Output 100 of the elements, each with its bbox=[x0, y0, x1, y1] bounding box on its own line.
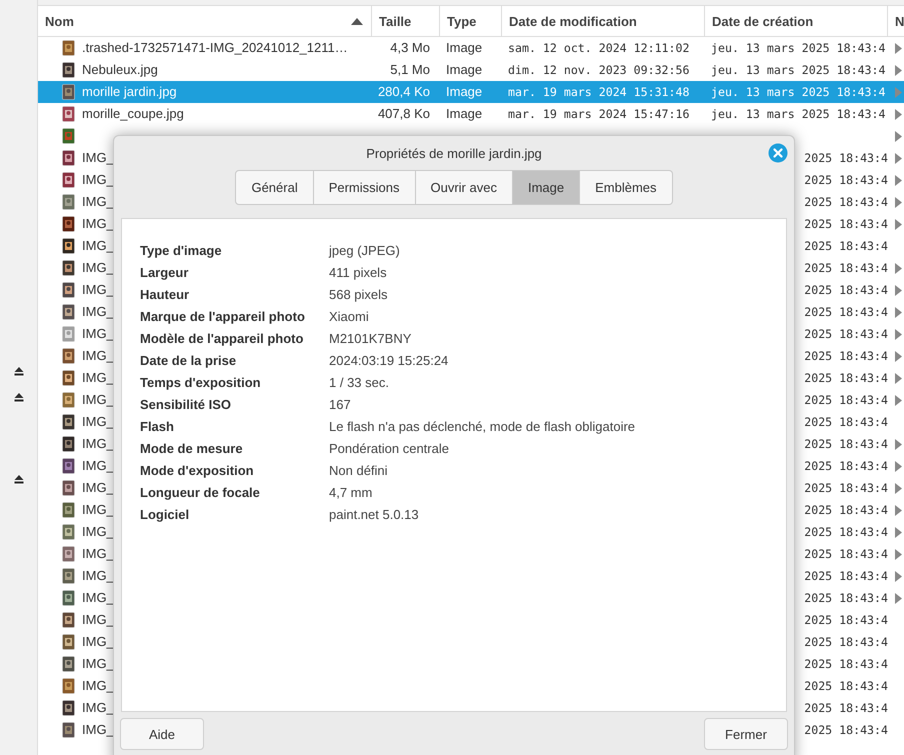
created-date: 2025 18:43:4 bbox=[804, 195, 888, 209]
property-value: 411 pixels bbox=[329, 264, 388, 280]
created-date: 2025 18:43:4 bbox=[804, 371, 888, 385]
property-label: Temps d'exposition bbox=[140, 374, 262, 390]
property-label: Date de la prise bbox=[140, 352, 238, 368]
file-name: IMG_ bbox=[82, 567, 114, 585]
created-date: 2025 18:43:4 bbox=[804, 437, 888, 451]
property-value: Non défini bbox=[329, 462, 389, 478]
modified-date: sam. 12 oct. 2024 12:11:02 bbox=[508, 41, 690, 55]
created-date: 2025 18:43:4 bbox=[804, 173, 888, 187]
created-date: 2025 18:43:4 bbox=[804, 283, 888, 297]
file-name: IMG_ bbox=[82, 457, 114, 475]
created-date: 2025 18:43:4 bbox=[804, 525, 888, 539]
modified-date: mar. 19 mars 2024 15:47:16 bbox=[508, 107, 690, 121]
created-date: 2025 18:43:4 bbox=[804, 613, 888, 627]
file-type: Image bbox=[446, 84, 482, 99]
created-date: 2025 18:43:4 bbox=[804, 591, 888, 605]
file-name: IMG_ bbox=[82, 303, 114, 321]
file-name: morille jardin.jpg bbox=[82, 83, 177, 101]
created-date: jeu. 13 mars 2025 18:43:4 bbox=[711, 63, 886, 77]
created-date: 2025 18:43:4 bbox=[804, 547, 888, 561]
modified-date: dim. 12 nov. 2023 09:32:56 bbox=[508, 63, 690, 77]
property-label: Largeur bbox=[140, 264, 190, 280]
created-date: jeu. 13 mars 2025 18:43:4 bbox=[711, 41, 886, 55]
file-name: .trashed-1732571471-IMG_20241012_1211… bbox=[82, 39, 348, 57]
file-name: IMG_ bbox=[82, 259, 114, 277]
file-name: IMG_ bbox=[82, 677, 114, 695]
created-date: 2025 18:43:4 bbox=[804, 679, 888, 693]
file-size: 5,1 Mo bbox=[390, 62, 430, 77]
file-name: IMG_ bbox=[82, 633, 114, 651]
property-label: Modèle de l'appareil photo bbox=[140, 330, 304, 346]
property-value: 568 pixels bbox=[329, 286, 389, 302]
created-date: jeu. 13 mars 2025 18:43:4 bbox=[711, 85, 886, 99]
created-date: 2025 18:43:4 bbox=[804, 635, 888, 649]
file-type: Image bbox=[446, 106, 482, 121]
property-value: M2101K7BNY bbox=[329, 330, 412, 346]
file-name: IMG_ bbox=[82, 281, 114, 299]
file-name: IMG_ bbox=[82, 237, 114, 255]
property-label: Marque de l'appareil photo bbox=[140, 308, 306, 324]
property-value: Xiaomi bbox=[329, 308, 370, 324]
created-date: 2025 18:43:4 bbox=[804, 415, 888, 429]
dialog-title: Propriétés de morille jardin.jpg bbox=[366, 146, 542, 160]
file-name: IMG_ bbox=[82, 215, 114, 233]
file-name: IMG_ bbox=[82, 721, 114, 739]
file-name: IMG_ bbox=[82, 413, 114, 431]
created-date: 2025 18:43:4 bbox=[804, 217, 888, 231]
file-name: IMG_ bbox=[82, 611, 114, 629]
file-name: IMG_ bbox=[82, 391, 114, 409]
file-name: Nebuleux.jpg bbox=[82, 61, 158, 79]
created-date: 2025 18:43:4 bbox=[804, 349, 888, 363]
file-type: Image bbox=[446, 62, 482, 77]
created-date: jeu. 13 mars 2025 18:43:4 bbox=[711, 107, 886, 121]
property-label: Logiciel bbox=[140, 506, 190, 522]
property-label: Sensibilité ISO bbox=[140, 396, 232, 412]
property-value: 4,7 mm bbox=[329, 484, 374, 500]
file-name: IMG_ bbox=[82, 149, 114, 167]
file-size: 407,8 Ko bbox=[378, 106, 430, 121]
file-name: IMG_ bbox=[82, 479, 114, 497]
file-name: IMG_ bbox=[82, 699, 114, 717]
created-date: 2025 18:43:4 bbox=[804, 459, 888, 473]
file-name: IMG_ bbox=[82, 171, 114, 189]
modified-date: mar. 19 mars 2024 15:31:48 bbox=[508, 85, 690, 99]
property-label: Longueur de focale bbox=[140, 484, 261, 500]
property-value: 2024:03:19 15:25:24 bbox=[329, 352, 450, 368]
file-name: IMG_ bbox=[82, 325, 114, 343]
file-name: IMG_ bbox=[82, 655, 114, 673]
file-name: IMG_ bbox=[82, 501, 114, 519]
created-date: 2025 18:43:4 bbox=[804, 657, 888, 671]
property-label: Mode de mesure bbox=[140, 440, 244, 456]
property-label: Mode d'exposition bbox=[140, 462, 255, 478]
property-value: jpeg (JPEG) bbox=[329, 242, 401, 258]
property-value: 167 bbox=[329, 396, 352, 412]
file-name: morille_coupe.jpg bbox=[82, 105, 184, 123]
property-label: Type d'image bbox=[140, 242, 223, 258]
file-size: 280,4 Ko bbox=[378, 84, 430, 99]
file-name: IMG_ bbox=[82, 545, 114, 563]
property-value: Pondération centrale bbox=[329, 440, 450, 456]
property-value: 1 / 33 sec. bbox=[329, 374, 390, 390]
file-size: 4,3 Mo bbox=[390, 40, 430, 55]
file-name: IMG_ bbox=[82, 193, 114, 211]
created-date: 2025 18:43:4 bbox=[804, 481, 888, 495]
file-name: IMG_ bbox=[82, 435, 114, 453]
file-name: IMG_ bbox=[82, 523, 114, 541]
created-date: 2025 18:43:4 bbox=[804, 305, 888, 319]
created-date: 2025 18:43:4 bbox=[804, 503, 888, 517]
file-name: IMG_ bbox=[82, 369, 114, 387]
file-name: IMG_ bbox=[82, 589, 114, 607]
file-name: IMG_ bbox=[82, 347, 114, 365]
created-date: 2025 18:43:4 bbox=[804, 393, 888, 407]
created-date: 2025 18:43:4 bbox=[804, 327, 888, 341]
created-date: 2025 18:43:4 bbox=[804, 569, 888, 583]
property-value: paint.net 5.0.13 bbox=[329, 506, 420, 522]
created-date: 2025 18:43:4 bbox=[804, 701, 888, 715]
created-date: 2025 18:43:4 bbox=[804, 723, 888, 737]
property-label: Flash bbox=[140, 418, 175, 434]
property-value: Le flash n'a pas déclenché, mode de flash obligatoire bbox=[329, 418, 636, 434]
created-date: 2025 18:43:4 bbox=[804, 261, 888, 275]
property-label: Hauteur bbox=[140, 286, 190, 302]
created-date: 2025 18:43:4 bbox=[804, 151, 888, 165]
file-type: Image bbox=[446, 40, 482, 55]
